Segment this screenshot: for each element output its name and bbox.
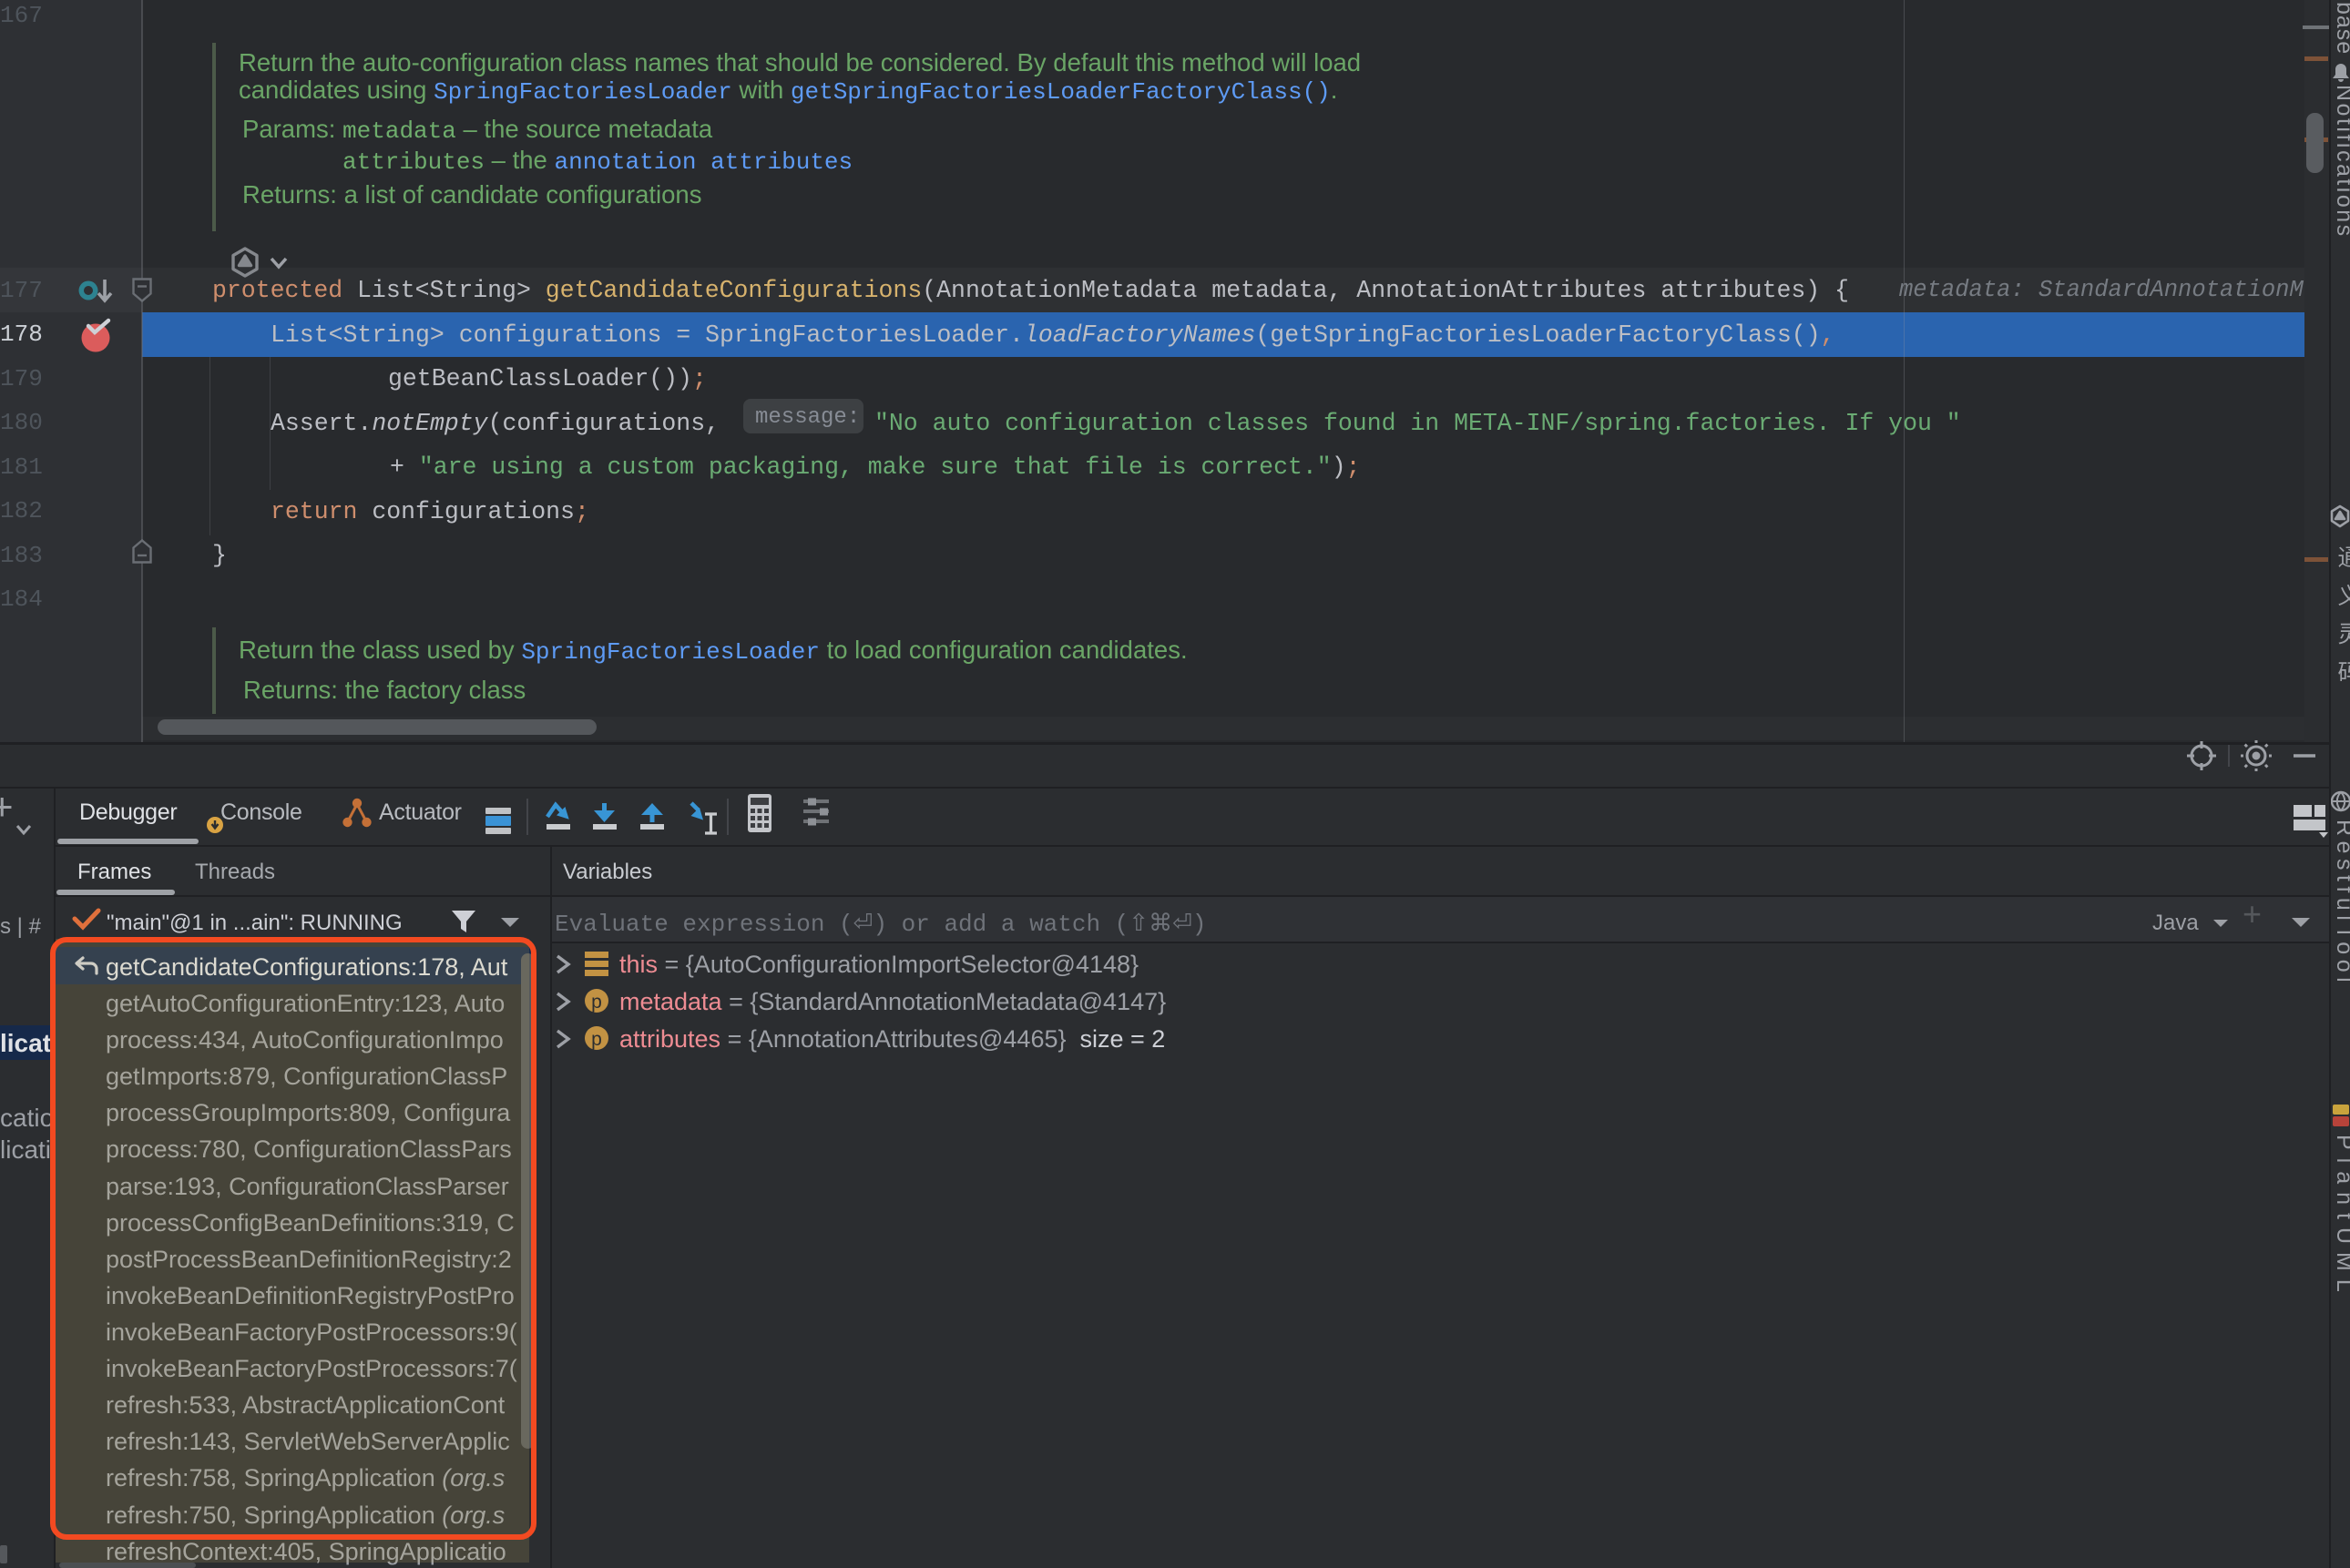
- svg-text:p: p: [591, 992, 602, 1013]
- svg-text:p: p: [591, 1029, 602, 1050]
